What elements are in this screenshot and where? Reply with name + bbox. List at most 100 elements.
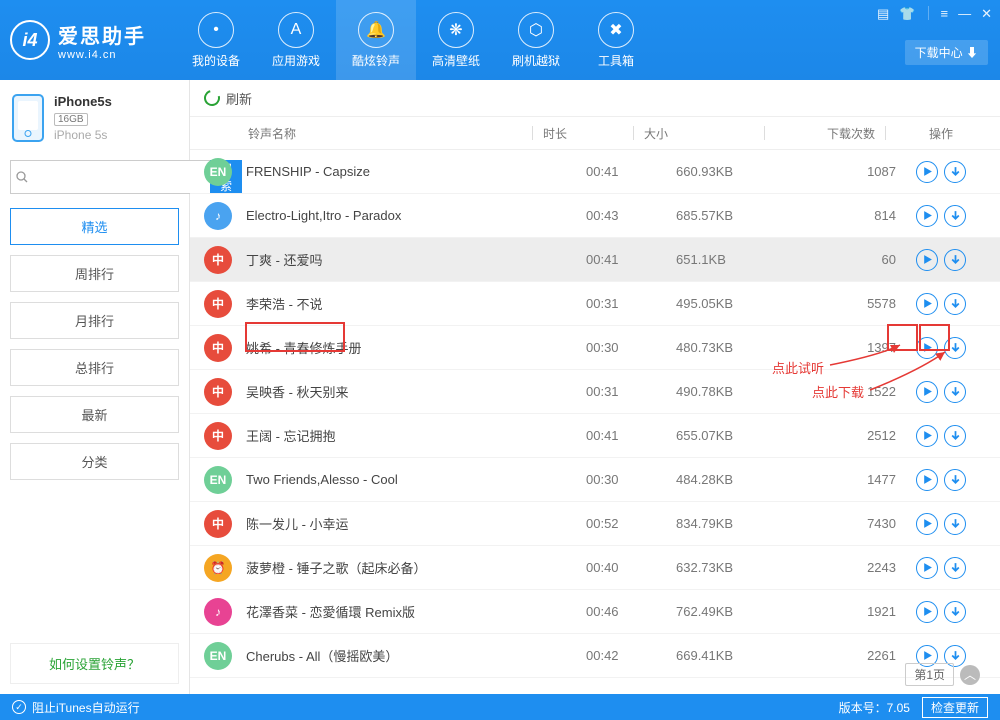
play-button[interactable] <box>916 557 938 579</box>
category-4[interactable]: 最新 <box>10 396 179 433</box>
main-content: 刷新 铃声名称 时长 大小 下载次数 操作 EN FRENSHIP - Caps… <box>190 80 1000 694</box>
table-row[interactable]: 中 李荣浩 - 不说 00:31 495.05KB 5578 <box>190 282 1000 326</box>
play-button[interactable] <box>916 249 938 271</box>
ringtone-size: 480.73KB <box>676 340 796 355</box>
table-row[interactable]: ♪ 花澤香菜 - 恋愛循環 Remix版 00:46 762.49KB 1921 <box>190 590 1000 634</box>
ringtone-title: Cherubs - All（慢摇欧美） <box>246 646 586 665</box>
category-2[interactable]: 月排行 <box>10 302 179 339</box>
table-row[interactable]: 中 姚希 - 青春修炼手册 00:30 480.73KB 1397 <box>190 326 1000 370</box>
app-title: 爱思助手 <box>58 20 146 49</box>
window-controls: ▤ 👕 ≡ — ✕ <box>877 6 992 22</box>
download-button[interactable] <box>944 205 966 227</box>
download-button[interactable] <box>944 337 966 359</box>
play-button[interactable] <box>916 293 938 315</box>
itunes-block-label[interactable]: 阻止iTunes自动运行 <box>32 699 140 716</box>
ringtone-duration: 00:41 <box>586 428 676 443</box>
refresh-icon <box>201 87 223 109</box>
device-storage: 16GB <box>54 113 88 126</box>
scroll-top-button[interactable]: ︿ <box>960 665 980 685</box>
nav-bell[interactable]: 🔔酷炫铃声 <box>336 0 416 80</box>
category-0[interactable]: 精选 <box>10 208 179 245</box>
device-model: iPhone 5s <box>54 128 112 142</box>
play-button[interactable] <box>916 381 938 403</box>
ringtone-title: 丁爽 - 还爱吗 <box>246 250 586 269</box>
download-button[interactable] <box>944 557 966 579</box>
ringtone-downloads: 1087 <box>796 164 896 179</box>
menu-icon[interactable]: ≡ <box>941 6 949 22</box>
ringtone-title: 陈一发儿 - 小幸运 <box>246 514 586 533</box>
ringtone-avatar: 中 <box>204 334 232 362</box>
download-button[interactable] <box>944 293 966 315</box>
flower-icon: ❋ <box>438 12 474 48</box>
tshirt-icon[interactable]: 👕 <box>899 6 915 22</box>
ringtone-avatar: ♪ <box>204 202 232 230</box>
ringtone-size: 834.79KB <box>676 516 796 531</box>
version-label: 版本号：7.05 <box>839 699 910 716</box>
ringtone-duration: 00:42 <box>586 648 676 663</box>
category-3[interactable]: 总排行 <box>10 349 179 386</box>
play-button[interactable] <box>916 425 938 447</box>
ringtone-title: 姚希 - 青春修炼手册 <box>246 338 586 357</box>
ringtone-duration: 00:41 <box>586 252 676 267</box>
ringtone-size: 651.1KB <box>676 252 796 267</box>
table-row[interactable]: 中 丁爽 - 还爱吗 00:41 651.1KB 60 <box>190 238 1000 282</box>
nav-box[interactable]: ⬡刷机越狱 <box>496 0 576 80</box>
play-button[interactable] <box>916 205 938 227</box>
download-center-button[interactable]: 下载中心 ⬇ <box>905 40 988 65</box>
ringtone-title: FRENSHIP - Capsize <box>246 164 586 179</box>
ringtone-downloads: 1522 <box>796 384 896 399</box>
table-row[interactable]: ⏰ 菠萝橙 - 锤子之歌（起床必备） 00:40 632.73KB 2243 <box>190 546 1000 590</box>
table-row[interactable]: EN Two Friends,Alesso - Cool 00:30 484.2… <box>190 458 1000 502</box>
category-5[interactable]: 分类 <box>10 443 179 480</box>
table-row[interactable]: 中 陈一发儿 - 小幸运 00:52 834.79KB 7430 <box>190 502 1000 546</box>
download-button[interactable] <box>944 161 966 183</box>
pager: 第1页 ︿ <box>905 663 980 686</box>
ringtone-title: Two Friends,Alesso - Cool <box>246 472 586 487</box>
category-list: 精选周排行月排行总排行最新分类 <box>10 208 179 480</box>
refresh-button[interactable]: 刷新 <box>190 80 1000 116</box>
table-row[interactable]: EN Cherubs - All（慢摇欧美） 00:42 669.41KB 22… <box>190 634 1000 678</box>
check-update-button[interactable]: 检查更新 <box>922 697 988 718</box>
ringtone-duration: 00:43 <box>586 208 676 223</box>
feedback-icon[interactable]: ▤ <box>877 6 889 22</box>
play-button[interactable] <box>916 337 938 359</box>
nav-apple[interactable]: •我的设备 <box>176 0 256 80</box>
download-button[interactable] <box>944 381 966 403</box>
nav-flower[interactable]: ❋高清壁纸 <box>416 0 496 80</box>
table-row[interactable]: ♪ Electro-Light,Itro - Paradox 00:43 685… <box>190 194 1000 238</box>
ringtone-avatar: 中 <box>204 422 232 450</box>
download-button[interactable] <box>944 249 966 271</box>
download-button[interactable] <box>944 469 966 491</box>
play-button[interactable] <box>916 161 938 183</box>
page-indicator[interactable]: 第1页 <box>905 663 954 686</box>
download-button[interactable] <box>944 601 966 623</box>
logo-icon: i4 <box>10 20 50 60</box>
ringtone-title: 菠萝橙 - 锤子之歌（起床必备） <box>246 558 586 577</box>
wrench-icon: ✖ <box>598 12 634 48</box>
table-row[interactable]: 中 吴映香 - 秋天别来 00:31 490.78KB 1522 <box>190 370 1000 414</box>
category-1[interactable]: 周排行 <box>10 255 179 292</box>
nav-wrench[interactable]: ✖工具箱 <box>576 0 656 80</box>
ringtone-avatar: ⏰ <box>204 554 232 582</box>
download-button[interactable] <box>944 513 966 535</box>
ringtone-downloads: 1921 <box>796 604 896 619</box>
appstore-icon: A <box>278 12 314 48</box>
minimize-icon[interactable]: — <box>958 6 971 22</box>
ringtone-downloads: 5578 <box>796 296 896 311</box>
close-icon[interactable]: ✕ <box>981 6 992 22</box>
play-button[interactable] <box>916 601 938 623</box>
ringtone-avatar: EN <box>204 158 232 186</box>
play-button[interactable] <box>916 513 938 535</box>
download-button[interactable] <box>944 425 966 447</box>
ringtone-list: EN FRENSHIP - Capsize 00:41 660.93KB 108… <box>190 150 1000 694</box>
download-icon: ⬇ <box>966 46 978 60</box>
nav-appstore[interactable]: A应用游戏 <box>256 0 336 80</box>
table-row[interactable]: EN FRENSHIP - Capsize 00:41 660.93KB 108… <box>190 150 1000 194</box>
ringtone-duration: 00:40 <box>586 560 676 575</box>
ringtone-title: 吴映香 - 秋天别来 <box>246 382 586 401</box>
help-link[interactable]: 如何设置铃声？ <box>10 643 179 684</box>
play-button[interactable] <box>916 469 938 491</box>
search-input[interactable] <box>10 160 210 194</box>
device-card[interactable]: iPhone5s 16GB iPhone 5s <box>10 90 179 154</box>
table-row[interactable]: 中 王阔 - 忘记拥抱 00:41 655.07KB 2512 <box>190 414 1000 458</box>
